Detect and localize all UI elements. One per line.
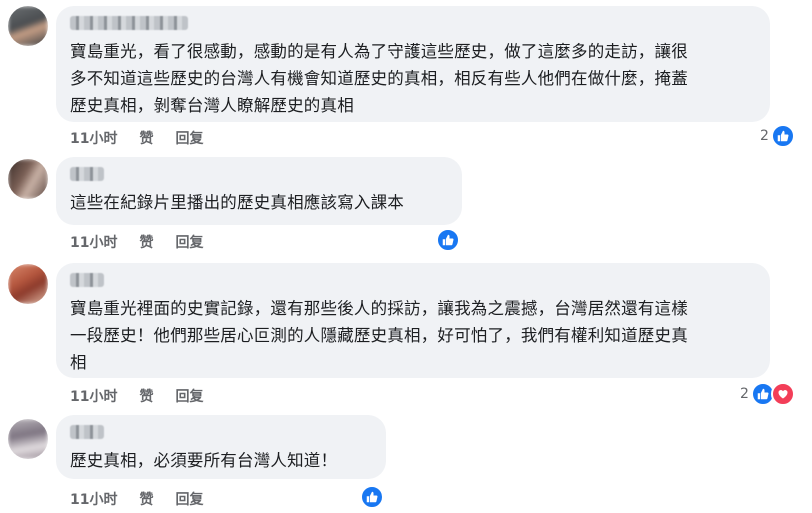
reaction-count: 2	[740, 386, 749, 402]
comment-actions: 11小时 赞 回复	[70, 489, 203, 509]
reply-button[interactable]: 回复	[175, 232, 203, 252]
comment-bubble: 寶島重光裡面的史實記錄，還有那些後人的採訪，讓我為之震撼，台灣居然還有這樣 一段…	[56, 263, 770, 378]
like-button[interactable]: 赞	[139, 128, 153, 148]
love-icon	[770, 382, 795, 406]
like-icon	[770, 124, 795, 148]
reply-button[interactable]: 回复	[175, 386, 203, 406]
comment-bubble: 這些在紀錄片里播出的歷史真相應該寫入課本	[56, 157, 462, 225]
comment-text: 寶島重光裡面的史實記錄，還有那些後人的採訪，讓我為之震撼，台灣居然還有這樣 一段…	[70, 299, 688, 372]
comment-bubble: 寶島重光，看了很感動，感動的是有人為了守護這些歷史，做了這麼多的走訪，讓很 多不…	[56, 6, 770, 122]
timestamp[interactable]: 11小时	[70, 128, 117, 148]
commenter-name[interactable]	[70, 167, 104, 181]
comment-actions: 11小时 赞 回复	[70, 386, 203, 406]
timestamp[interactable]: 11小时	[70, 386, 117, 406]
timestamp[interactable]: 11小时	[70, 489, 117, 509]
like-button[interactable]: 赞	[139, 386, 153, 406]
like-icon	[360, 485, 384, 509]
commenter-name[interactable]	[70, 425, 104, 439]
like-button[interactable]: 赞	[139, 489, 153, 509]
like-button[interactable]: 赞	[139, 232, 153, 252]
commenter-name[interactable]	[70, 16, 188, 30]
reply-button[interactable]: 回复	[175, 128, 203, 148]
comment-bubble: 歷史真相，必須要所有台灣人知道！	[56, 415, 386, 479]
reaction-summary[interactable]: 2	[760, 124, 795, 148]
avatar[interactable]	[8, 264, 48, 304]
reaction-count: 2	[760, 128, 769, 144]
reaction-summary[interactable]	[436, 228, 460, 252]
reaction-summary[interactable]	[360, 485, 384, 509]
reaction-summary[interactable]: 2	[740, 382, 795, 406]
comment-text: 歷史真相，必須要所有台灣人知道！	[70, 451, 338, 470]
comment-actions: 11小时 赞 回复	[70, 232, 203, 252]
avatar[interactable]	[8, 419, 48, 459]
avatar[interactable]	[8, 159, 48, 199]
comment-text: 寶島重光，看了很感動，感動的是有人為了守護這些歷史，做了這麼多的走訪，讓很 多不…	[70, 42, 688, 115]
like-icon	[436, 228, 460, 252]
commenter-name[interactable]	[70, 273, 104, 287]
comment-actions: 11小时 赞 回复	[70, 128, 203, 148]
comment-text: 這些在紀錄片里播出的歷史真相應該寫入課本	[70, 193, 404, 212]
avatar[interactable]	[8, 6, 48, 46]
reply-button[interactable]: 回复	[175, 489, 203, 509]
timestamp[interactable]: 11小时	[70, 232, 117, 252]
